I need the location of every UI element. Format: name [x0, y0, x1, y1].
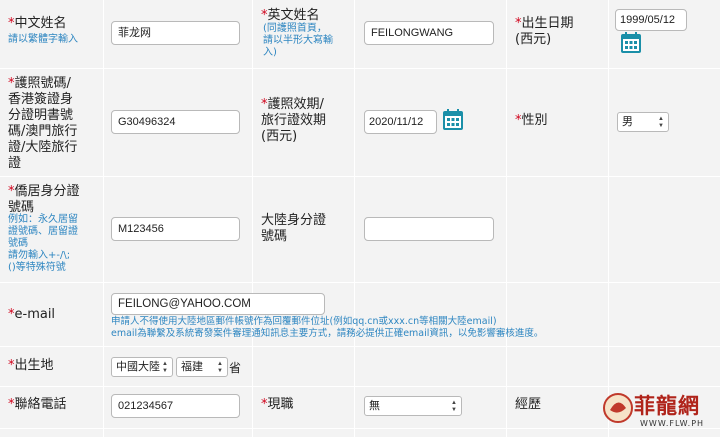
column-divider [506, 0, 507, 437]
logo-text: 菲龍網 [634, 393, 700, 418]
birth-date-input[interactable]: 1999/05/12 [615, 9, 687, 31]
form-background [0, 0, 720, 437]
select-arrows-icon: ▲ ▼ [451, 400, 457, 413]
select-arrows-icon: ▲ ▼ [217, 361, 223, 374]
form-table [0, 0, 720, 437]
mainland-id-input[interactable] [364, 217, 494, 241]
phone-input[interactable]: 021234567 [111, 394, 240, 418]
experience-label: 經歷 [515, 397, 542, 412]
occupation-select[interactable]: 無 ▲ ▼ [364, 396, 462, 416]
mainland-id-label: 大陸身分證 號碼 [261, 213, 327, 244]
gender-select[interactable]: 男 ▲ ▼ [617, 112, 669, 132]
column-divider [252, 0, 253, 437]
phone-label: *聯絡電話 [8, 397, 67, 412]
email-label: *e-mail [8, 307, 56, 322]
passport-expiry-label: *護照效期/ 旅行證效期 (西元) [261, 97, 327, 144]
email-note-2: email為聯繫及系統寄發案件審理通知訊息主要方式，請務必提供正確email資訊… [111, 328, 544, 339]
occupation-select-value: 無 [369, 400, 380, 412]
birthplace-province-select[interactable]: 福建 ▲ ▼ [176, 357, 228, 377]
row-divider [0, 68, 720, 69]
gender-select-value: 男 [622, 116, 633, 128]
select-arrows-icon: ▲ ▼ [162, 361, 168, 374]
passport-expiry-input[interactable]: 2020/11/12 [364, 110, 437, 134]
birthplace-label: *出生地 [8, 358, 54, 373]
row-divider [0, 282, 720, 283]
email-input[interactable]: FEILONG@YAHOO.COM [111, 293, 325, 315]
select-arrows-icon: ▲ ▼ [658, 116, 664, 129]
row-divider [0, 176, 720, 177]
passport-label: *護照號碼/ 香港簽證身 分證明書號 碼/澳門旅行 證/大陸旅行 證 [8, 76, 78, 171]
chinese-name-input[interactable]: 菲龙网 [111, 21, 240, 45]
email-note-1: 申請人不得使用大陸地區郵件帳號作為回覆郵件位址(例如qq.cn或xxx.cn等相… [111, 316, 497, 327]
province-select-value: 福建 [181, 361, 203, 373]
country-select-value: 中國大陸 [116, 361, 160, 373]
site-logo: 菲龍網 WWW.FLW.PH [600, 388, 718, 434]
english-name-input[interactable]: FEILONGWANG [364, 21, 494, 45]
occupation-label: *現職 [261, 397, 294, 412]
birth-date-label: *出生日期 (西元) [515, 16, 574, 47]
birthplace-country-select[interactable]: 中國大陸 ▲ ▼ [111, 357, 173, 377]
row-divider [0, 346, 720, 347]
gender-label: *性別 [515, 113, 548, 128]
chinese-name-label: *中文姓名 [8, 16, 67, 31]
resident-id-label: *僑居身分證 號碼 [8, 184, 80, 215]
passport-number-input[interactable]: G30496324 [111, 110, 240, 134]
column-divider [354, 0, 355, 437]
english-name-label: *英文姓名 [261, 8, 320, 23]
calendar-icon[interactable] [620, 32, 642, 54]
resident-id-hint: 例如：永久居留 證號碼、居留證 號碼 請勿輸入+-/\; ()等特殊符號 [8, 214, 78, 273]
english-name-hint: (同護照首頁， 請以半形大寫輸 入) [263, 23, 333, 58]
logo-url: WWW.FLW.PH [640, 419, 705, 428]
province-suffix: 省 [229, 361, 242, 375]
row-divider [0, 386, 720, 387]
column-divider [103, 0, 104, 437]
chinese-name-hint: 請以繁體字輸入 [8, 34, 78, 45]
column-divider [608, 0, 609, 437]
calendar-icon[interactable] [442, 109, 464, 131]
resident-id-input[interactable]: M123456 [111, 217, 240, 241]
